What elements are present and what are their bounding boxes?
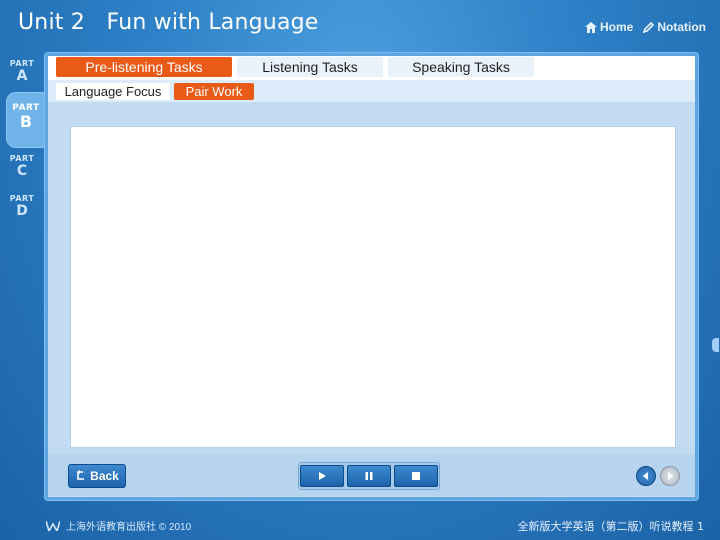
- media-player: [298, 462, 440, 490]
- stop-icon: [412, 472, 420, 480]
- control-bar: Back: [48, 454, 695, 496]
- part-b-letter: B: [19, 112, 33, 131]
- pause-icon: [365, 472, 373, 480]
- arrow-left-icon: [643, 472, 648, 480]
- part-b-tab[interactable]: PART B: [6, 92, 46, 148]
- tab-listening[interactable]: Listening Tasks: [237, 57, 383, 77]
- publisher-logo-icon: [46, 520, 60, 531]
- home-icon: [585, 21, 597, 33]
- part-a-letter: A: [16, 68, 28, 84]
- subtask-bar: Language Focus Pair Work: [48, 80, 695, 102]
- stop-button[interactable]: [394, 465, 438, 487]
- home-link[interactable]: Home: [585, 20, 633, 34]
- page-title: Unit 2 Fun with Language: [18, 10, 319, 35]
- part-a-prefix: PART: [9, 59, 35, 68]
- tab-speaking[interactable]: Speaking Tasks: [388, 57, 534, 77]
- part-a-tab[interactable]: PART A: [0, 54, 44, 92]
- back-label: Back: [90, 469, 119, 483]
- task-tab-bar: Pre-listening Tasks Listening Tasks Spea…: [48, 56, 695, 80]
- subtab-language-focus[interactable]: Language Focus: [56, 83, 170, 100]
- tab-pre-listening[interactable]: Pre-listening Tasks: [56, 57, 232, 77]
- home-label: Home: [600, 20, 634, 34]
- publisher-credit: 上海外语教育出版社 © 2010: [46, 518, 191, 533]
- part-d-letter: D: [16, 203, 28, 219]
- part-c-letter: C: [16, 163, 28, 179]
- arrow-right-icon: [668, 472, 673, 480]
- back-button[interactable]: Back: [68, 464, 126, 488]
- next-page-button[interactable]: [660, 466, 680, 486]
- footer: 上海外语教育出版社 © 2010 全新版大学英语（第二版）听说教程 1: [0, 510, 720, 540]
- main-panel: Pre-listening Tasks Listening Tasks Spea…: [44, 52, 699, 501]
- pencil-icon: [643, 21, 655, 33]
- part-c-prefix: PART: [9, 154, 35, 163]
- back-arrow-icon: [77, 470, 85, 480]
- content-box: [70, 126, 676, 448]
- subtab-pair-work[interactable]: Pair Work: [174, 83, 254, 100]
- book-title: 全新版大学英语（第二版）听说教程 1: [517, 520, 705, 533]
- page-nav: [636, 466, 680, 486]
- content-area: [48, 102, 695, 497]
- previous-page-button[interactable]: [636, 466, 656, 486]
- part-d-tab[interactable]: PART D: [0, 189, 44, 227]
- top-links: Home Notation: [585, 20, 706, 34]
- play-icon: [319, 472, 326, 480]
- part-c-tab[interactable]: PART C: [0, 149, 44, 187]
- play-button[interactable]: [300, 465, 344, 487]
- part-d-prefix: PART: [9, 194, 35, 203]
- side-scroll-handle[interactable]: [712, 338, 719, 352]
- notation-label: Notation: [657, 20, 706, 34]
- notation-link[interactable]: Notation: [643, 20, 706, 34]
- publisher-text: 上海外语教育出版社 © 2010: [66, 522, 192, 533]
- pause-button[interactable]: [347, 465, 391, 487]
